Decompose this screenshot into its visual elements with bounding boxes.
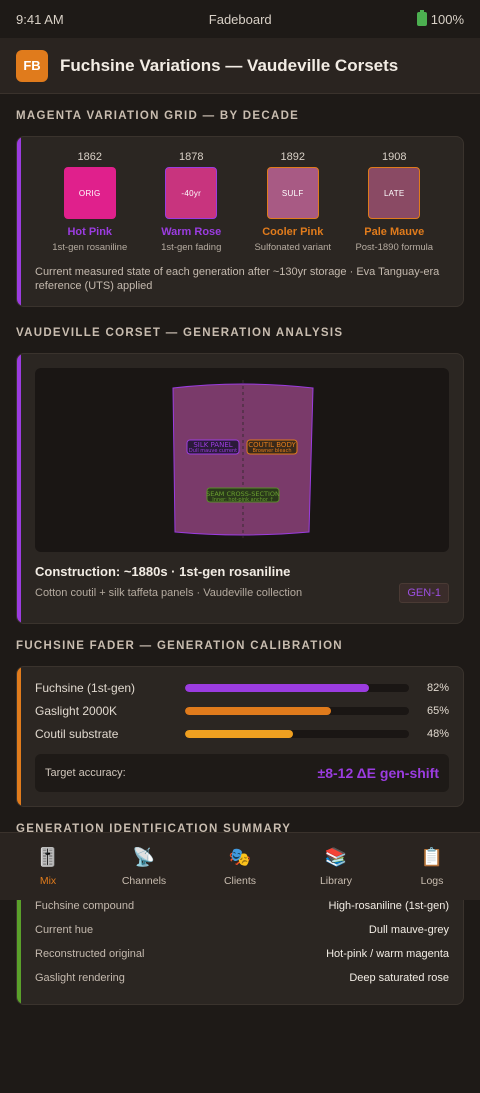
status-app-name: Fadeboard (208, 11, 272, 27)
swatch-1892[interactable]: 1892 SULF Cooler Pink Sulfonated variant (245, 151, 341, 253)
tab-bar: 🎚️ Mix 📡 Channels 🎭 Clients 📚 Library 📋 … (0, 832, 480, 900)
variation-grid-card: 1862 ORIG Hot Pink 1st-gen rosaniline 18… (16, 136, 464, 307)
summary-row: Current hue Dull mauve-grey (17, 918, 463, 942)
swatch-row: 1862 ORIG Hot Pink 1st-gen rosaniline 18… (17, 137, 463, 253)
swatch-name: Cooler Pink (262, 226, 324, 238)
summary-row: Gaslight rendering Deep saturated rose (17, 966, 463, 990)
fader-fill (185, 730, 293, 739)
summary-value: Dull mauve-grey (368, 923, 449, 936)
coutil-body-sub: Browner bleach (252, 448, 291, 454)
grid-note: Current measured state of each generatio… (35, 266, 440, 293)
fader-track[interactable] (185, 684, 409, 693)
target-value: ±8-12 ΔE gen-shift (317, 764, 439, 781)
swatch-chip: SULF (266, 167, 319, 219)
summary-value: High-rosaniline (1st-gen) (328, 899, 449, 912)
swatch-1862[interactable]: 1862 ORIG Hot Pink 1st-gen rosaniline (42, 151, 138, 253)
swatch-name: Hot Pink (67, 226, 113, 238)
swatch-sub: Post-1890 formula (355, 242, 434, 253)
fader-track[interactable] (185, 707, 409, 716)
fader-row-fuchsine[interactable]: Fuchsine (1st-gen) 82% (17, 677, 463, 700)
card-accent (17, 353, 21, 623)
target-label: Target accuracy: (45, 766, 126, 779)
swatch-sub: Sulfonated variant (254, 242, 332, 253)
clipboard-icon: 📋 (420, 847, 444, 867)
fader-percent: 65% (426, 705, 449, 718)
tab-clients[interactable]: 🎭 Clients (192, 833, 288, 900)
fader-card: Fuchsine (1st-gen) 82% Gaslight 2000K 65… (16, 665, 464, 807)
theater-masks-icon: 🎭 (228, 847, 252, 867)
swatch-sub: 1st-gen fading (161, 242, 222, 253)
summary-value: Hot-pink / warm magenta (326, 947, 449, 960)
battery-icon (416, 10, 427, 26)
grid-heading: MAGENTA VARIATION GRID — BY DECADE (16, 110, 300, 122)
swatch-year: 1862 (77, 151, 102, 163)
tab-mix[interactable]: 🎚️ Mix (0, 833, 96, 900)
summary-value: Deep saturated rose (349, 971, 449, 984)
fader-fill (185, 707, 331, 716)
battery-indicator: 100% (416, 10, 464, 27)
satellite-dish-icon: 📡 (132, 847, 156, 867)
books-icon: 📚 (324, 847, 348, 867)
sliders-icon: 🎚️ (36, 847, 60, 867)
corset-heading: VAUDEVILLE CORSET — GENERATION ANALYSIS (16, 326, 344, 339)
fader-label: Fuchsine (1st-gen) (35, 681, 136, 696)
swatch-chip: ORIG (63, 167, 116, 219)
swatch-chip: LATE (368, 167, 421, 219)
fader-fill (185, 684, 369, 693)
summary-row: Reconstructed original Hot-pink / warm m… (17, 942, 463, 966)
summary-card: Fuchsine compound High-rosaniline (1st-g… (16, 888, 464, 1005)
swatch-name: Warm Rose (161, 226, 222, 238)
corset-canvas[interactable]: SILK PANEL Dull mauve current COUTIL BOD… (35, 367, 449, 552)
fader-label: Coutil substrate (35, 727, 119, 742)
swatch-year: 1892 (280, 151, 305, 163)
status-bar: 9:41 AM Fadeboard 100% (0, 0, 480, 38)
tab-label: Clients (223, 875, 257, 887)
silk-panel-sub: Dull mauve current (189, 448, 237, 454)
tab-label: Logs (420, 875, 444, 887)
fader-row-coutil[interactable]: Coutil substrate 48% (17, 723, 463, 746)
swatch-1878[interactable]: 1878 -40yr Warm Rose 1st-gen fading (143, 151, 239, 253)
app-logo[interactable]: FB (16, 49, 48, 82)
battery-percent: 100% (430, 11, 464, 27)
card-accent (17, 666, 21, 806)
summary-key: Reconstructed original (35, 947, 145, 960)
card-accent (17, 137, 21, 306)
generation-badge[interactable]: GEN-1 (399, 582, 449, 603)
construction-sub: Cotton coutil + silk taffeta panels · Va… (35, 586, 303, 599)
swatch-sub: 1st-gen rosaniline (52, 242, 128, 253)
app-header: FB Fuchsine Variations — Vaudeville Cors… (0, 38, 480, 94)
page-title: Fuchsine Variations — Vaudeville Corsets (60, 55, 399, 75)
fader-heading: FUCHSINE FADER — GENERATION CALIBRATION (16, 639, 343, 652)
fader-row-gaslight[interactable]: Gaslight 2000K 65% (17, 700, 463, 723)
swatch-1908[interactable]: 1908 LATE Pale Mauve Post-1890 formula (346, 151, 442, 253)
card-accent (17, 889, 21, 1004)
swatch-year: 1908 (382, 151, 407, 163)
summary-key: Gaslight rendering (35, 971, 125, 984)
tab-label: Channels (121, 875, 167, 887)
seam-sub: Inner: hot-pink anchor ↑ (212, 497, 273, 503)
target-accuracy: Target accuracy: ±8-12 ΔE gen-shift (35, 753, 449, 792)
tab-library[interactable]: 📚 Library (288, 833, 384, 900)
construction-title: Construction: ~1880s · 1st-gen rosanilin… (35, 563, 291, 579)
fader-percent: 82% (426, 682, 449, 695)
tab-label: Library (319, 875, 353, 887)
summary-key: Fuchsine compound (35, 899, 135, 912)
swatch-name: Pale Mauve (364, 226, 425, 238)
tab-label: Mix (39, 875, 57, 887)
fader-percent: 48% (426, 728, 449, 741)
swatch-chip: -40yr (165, 167, 218, 219)
construction-row: Cotton coutil + silk taffeta panels · Va… (17, 579, 463, 623)
fader-track[interactable] (185, 730, 409, 739)
tab-channels[interactable]: 📡 Channels (96, 833, 192, 900)
status-time: 9:41 AM (16, 11, 64, 27)
corset-diagram: SILK PANEL Dull mauve current COUTIL BOD… (172, 379, 314, 538)
tab-logs[interactable]: 📋 Logs (384, 833, 480, 900)
corset-card: SILK PANEL Dull mauve current COUTIL BOD… (16, 352, 464, 624)
fader-label: Gaslight 2000K (35, 704, 118, 719)
swatch-year: 1878 (179, 151, 204, 163)
summary-key: Current hue (35, 923, 94, 936)
